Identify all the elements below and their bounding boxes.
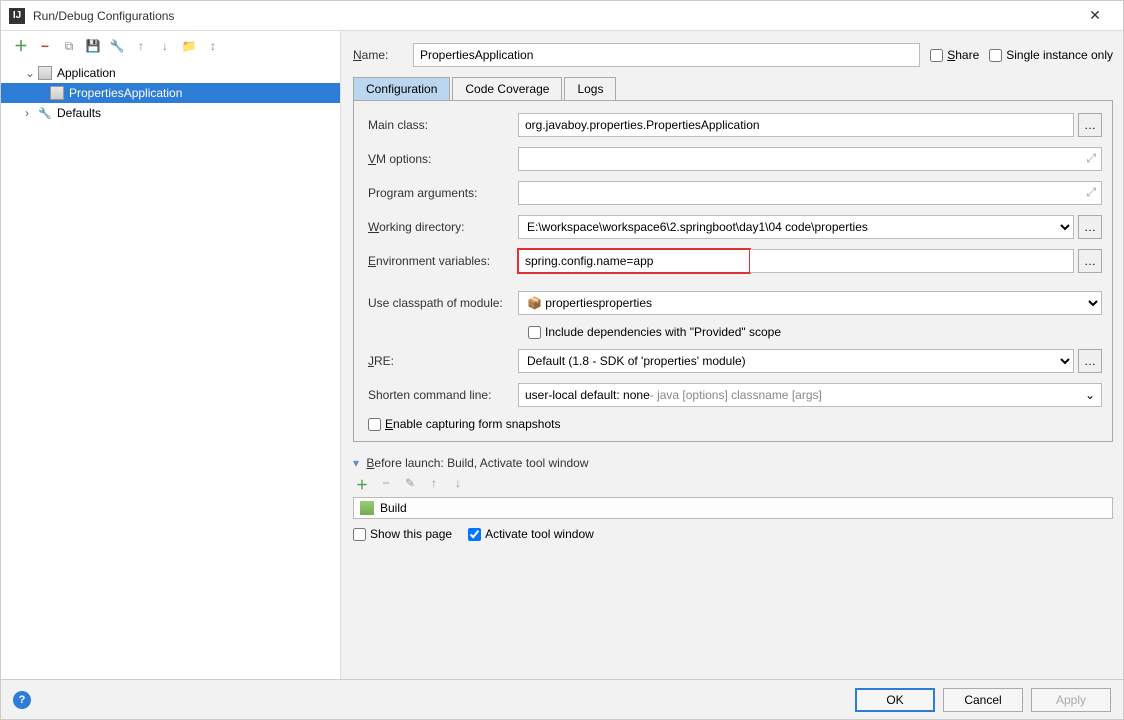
working-directory-select[interactable]: E:\workspace\workspace6\2.springboot\day… — [518, 215, 1074, 239]
remove-config-icon[interactable]: − — [37, 38, 53, 54]
triangle-down-icon: ▾ — [353, 456, 359, 470]
chevron-right-icon: › — [25, 106, 37, 120]
jre-select[interactable]: Default (1.8 - SDK of 'properties' modul… — [518, 349, 1074, 373]
settings-icon[interactable]: 🔧 — [109, 38, 125, 54]
share-checkbox[interactable]: Share — [930, 48, 979, 62]
sidebar: ＋ − ⧉ 💾 🔧 ↑ ↓ 📁 ↕ ⌄ Application Properti — [1, 31, 341, 679]
enable-capture-label: Enable capturing form snapshots — [385, 417, 560, 431]
single-instance-checkbox-input[interactable] — [989, 49, 1002, 62]
save-config-icon[interactable]: 💾 — [85, 38, 101, 54]
single-instance-checkbox[interactable]: Single instance only — [989, 48, 1113, 62]
jre-label: JRE: — [368, 354, 518, 368]
environment-variables-input[interactable] — [518, 249, 750, 273]
shorten-cmd-select[interactable]: user-local default: none - java [options… — [518, 383, 1102, 407]
build-label: Build — [380, 501, 407, 515]
classpath-module-select[interactable]: 📦 propertiesproperties — [518, 291, 1102, 315]
vm-options-label: VM options: — [368, 152, 518, 166]
browse-main-class-button[interactable]: … — [1078, 113, 1102, 137]
browse-working-directory-button[interactable]: … — [1078, 215, 1102, 239]
chevron-down-icon: ⌄ — [1085, 388, 1095, 402]
close-icon[interactable]: ✕ — [1075, 7, 1115, 24]
include-provided-checkbox-input[interactable] — [528, 326, 541, 339]
sort-icon[interactable]: ↕ — [205, 38, 221, 54]
tree-node-properties-application[interactable]: PropertiesApplication — [1, 83, 340, 103]
share-checkbox-input[interactable] — [930, 49, 943, 62]
sidebar-toolbar: ＋ − ⧉ 💾 🔧 ↑ ↓ 📁 ↕ — [1, 31, 340, 61]
before-launch-toolbar: ＋ − ✎ ↑ ↓ — [353, 476, 1113, 497]
help-icon[interactable]: ? — [13, 691, 31, 709]
browse-jre-button[interactable]: … — [1078, 349, 1102, 373]
edit-task-icon[interactable]: ✎ — [403, 476, 417, 493]
program-arguments-input[interactable] — [518, 181, 1102, 205]
activate-tool-window-checkbox[interactable]: Activate tool window — [468, 527, 594, 541]
before-launch-build-row[interactable]: Build — [353, 497, 1113, 519]
dialog-window: IJ Run/Debug Configurations ✕ ＋ − ⧉ 💾 🔧 … — [0, 0, 1124, 720]
main-class-label: Main class: — [368, 118, 518, 132]
app-icon: IJ — [9, 8, 25, 24]
activate-tool-window-checkbox-input[interactable] — [468, 528, 481, 541]
show-this-page-label: Show this page — [370, 527, 452, 541]
single-instance-label: Single instance only — [1006, 48, 1113, 62]
enable-capture-checkbox[interactable]: Enable capturing form snapshots — [368, 417, 560, 431]
activate-tool-window-label: Activate tool window — [485, 527, 594, 541]
move-up-icon[interactable]: ↑ — [427, 476, 441, 493]
tree-label: Defaults — [57, 106, 101, 120]
name-input[interactable] — [413, 43, 920, 67]
shorten-cmd-label: Shorten command line: — [368, 388, 518, 402]
dialog-body: ＋ − ⧉ 💾 🔧 ↑ ↓ 📁 ↕ ⌄ Application Properti — [1, 31, 1123, 679]
apply-button[interactable]: Apply — [1031, 688, 1111, 712]
working-directory-label: Working directory: — [368, 220, 518, 234]
footer: ? OK Cancel Apply — [1, 679, 1123, 719]
tree-label: Application — [57, 66, 116, 80]
environment-variables-label: Environment variables: — [368, 254, 518, 268]
tabs: Configuration Code Coverage Logs — [353, 77, 1113, 101]
move-down-icon[interactable]: ↓ — [451, 476, 465, 493]
show-this-page-checkbox-input[interactable] — [353, 528, 366, 541]
tab-logs[interactable]: Logs — [564, 77, 616, 100]
main-class-input[interactable] — [518, 113, 1074, 137]
program-arguments-label: Program arguments: — [368, 186, 518, 200]
include-provided-checkbox[interactable]: Include dependencies with "Provided" sco… — [528, 325, 781, 339]
add-config-icon[interactable]: ＋ — [13, 38, 29, 54]
ok-button[interactable]: OK — [855, 688, 935, 712]
remove-task-icon[interactable]: − — [379, 476, 393, 493]
before-launch-header[interactable]: ▾ Before launch: Build, Activate tool wi… — [353, 456, 1113, 470]
move-up-icon[interactable]: ↑ — [133, 38, 149, 54]
chevron-down-icon: ⌄ — [25, 66, 37, 80]
environment-variables-extra-input[interactable] — [750, 249, 1074, 273]
tab-page-configuration: Main class: … VM options: ⤢ Program argu… — [353, 101, 1113, 442]
config-tree: ⌄ Application PropertiesApplication › De… — [1, 61, 340, 679]
folder-icon[interactable]: 📁 — [181, 38, 197, 54]
tab-code-coverage[interactable]: Code Coverage — [452, 77, 562, 100]
wrench-icon — [37, 105, 53, 121]
copy-config-icon[interactable]: ⧉ — [61, 38, 77, 54]
tree-node-application[interactable]: ⌄ Application — [1, 63, 340, 83]
name-row: Name: Share Single instance only — [353, 43, 1113, 67]
application-icon — [37, 65, 53, 81]
tree-label: PropertiesApplication — [69, 86, 182, 100]
build-icon — [360, 501, 374, 515]
vm-options-input[interactable] — [518, 147, 1102, 171]
tree-node-defaults[interactable]: › Defaults — [1, 103, 340, 123]
main-panel: Name: Share Single instance only Configu… — [341, 31, 1123, 679]
tab-configuration[interactable]: Configuration — [353, 77, 450, 100]
include-provided-label: Include dependencies with "Provided" sco… — [545, 325, 781, 339]
browse-env-button[interactable]: … — [1078, 249, 1102, 273]
add-task-icon[interactable]: ＋ — [355, 476, 369, 493]
share-label: Share — [947, 48, 979, 62]
name-label: Name: — [353, 48, 413, 62]
show-this-page-checkbox[interactable]: Show this page — [353, 527, 452, 541]
move-down-icon[interactable]: ↓ — [157, 38, 173, 54]
enable-capture-checkbox-input[interactable] — [368, 418, 381, 431]
classpath-module-label: Use classpath of module: — [368, 296, 518, 310]
window-title: Run/Debug Configurations — [33, 9, 1075, 23]
application-icon — [49, 85, 65, 101]
titlebar: IJ Run/Debug Configurations ✕ — [1, 1, 1123, 31]
cancel-button[interactable]: Cancel — [943, 688, 1023, 712]
